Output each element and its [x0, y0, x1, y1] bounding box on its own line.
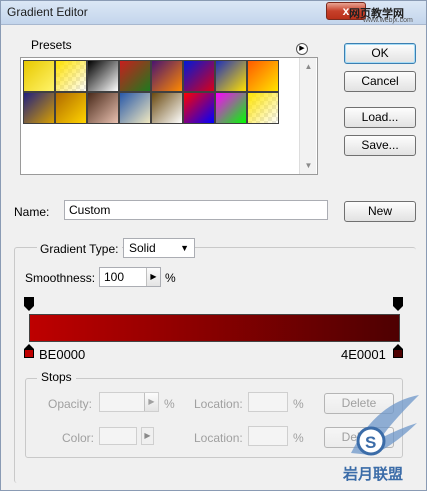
gradient-type-select[interactable]: Solid ▼ [123, 238, 195, 258]
preset-swatch[interactable] [247, 92, 279, 124]
presets-menu-icon[interactable]: ▶ [296, 43, 308, 55]
preset-swatch[interactable] [183, 92, 215, 124]
preset-swatch[interactable] [247, 60, 279, 92]
new-button[interactable]: New [344, 201, 416, 222]
color-label: Color: [62, 431, 95, 445]
stops-label: Stops [37, 370, 76, 384]
start-color-hex: BE0000 [39, 347, 86, 362]
svg-text:S: S [365, 433, 376, 452]
opacity-label: Opacity: [48, 397, 93, 411]
opacity-input[interactable]: ▶ [99, 392, 159, 412]
preset-swatch[interactable] [151, 92, 183, 124]
gradient-type-label: Gradient Type: [37, 242, 122, 256]
chevron-down-icon: ▼ [180, 243, 189, 253]
color-swatch-field[interactable] [99, 427, 137, 445]
opacity-location-unit: % [293, 397, 304, 411]
ok-button[interactable]: OK [344, 43, 416, 64]
color-location-unit: % [293, 431, 304, 445]
preset-swatch[interactable] [183, 60, 215, 92]
name-input[interactable]: Custom [64, 200, 328, 220]
watermark-text: 岩月联盟 [343, 466, 404, 483]
name-label: Name: [14, 205, 50, 219]
preset-swatch[interactable] [215, 60, 247, 92]
end-color-hex: 4E0001 [341, 347, 386, 362]
preset-swatch[interactable] [119, 92, 151, 124]
smoothness-input[interactable]: 100 ▶ [99, 267, 161, 287]
opacity-stop-right[interactable] [393, 297, 403, 311]
gradient-editor-window: Gradient Editor x 网页教学网 www.webjx.com OK… [0, 0, 427, 491]
smoothness-label: Smoothness: [25, 271, 96, 285]
smoothness-unit: % [165, 271, 176, 285]
color-location-input[interactable] [248, 426, 288, 446]
presets-scrollbar[interactable]: ▲ ▼ [299, 58, 316, 174]
window-title: Gradient Editor [7, 5, 88, 19]
color-location-label: Location: [194, 431, 243, 445]
gradient-type-value: Solid [129, 241, 156, 255]
color-stop-right[interactable] [393, 344, 403, 358]
presets-label: Presets [27, 38, 76, 52]
cancel-button[interactable]: Cancel [344, 71, 416, 92]
scroll-down-icon[interactable]: ▼ [300, 157, 317, 174]
preset-swatch[interactable] [119, 60, 151, 92]
load-button[interactable]: Load... [344, 107, 416, 128]
preset-swatch[interactable] [23, 92, 55, 124]
preset-swatch[interactable] [215, 92, 247, 124]
opacity-location-label: Location: [194, 397, 243, 411]
opacity-unit: % [164, 397, 175, 411]
gradient-preview-bar[interactable] [29, 314, 400, 342]
smoothness-stepper-icon[interactable]: ▶ [146, 268, 160, 286]
smoothness-value: 100 [104, 270, 125, 284]
preset-swatch[interactable] [87, 60, 119, 92]
color-stop-left[interactable] [24, 344, 34, 358]
presets-panel [20, 57, 318, 175]
scroll-up-icon[interactable]: ▲ [300, 58, 317, 75]
opacity-location-input[interactable] [248, 392, 288, 412]
preset-swatch[interactable] [151, 60, 183, 92]
opacity-stepper-icon[interactable]: ▶ [144, 393, 158, 411]
preset-swatch[interactable] [55, 92, 87, 124]
color-arrow-icon[interactable]: ▶ [141, 427, 154, 445]
preset-swatch[interactable] [23, 60, 55, 92]
brand-url: www.webjx.com [363, 17, 413, 24]
preset-swatch[interactable] [55, 60, 87, 92]
opacity-stop-left[interactable] [24, 297, 34, 311]
title-bar[interactable]: Gradient Editor x 网页教学网 www.webjx.com [1, 1, 426, 25]
save-button[interactable]: Save... [344, 135, 416, 156]
preset-swatch[interactable] [87, 92, 119, 124]
